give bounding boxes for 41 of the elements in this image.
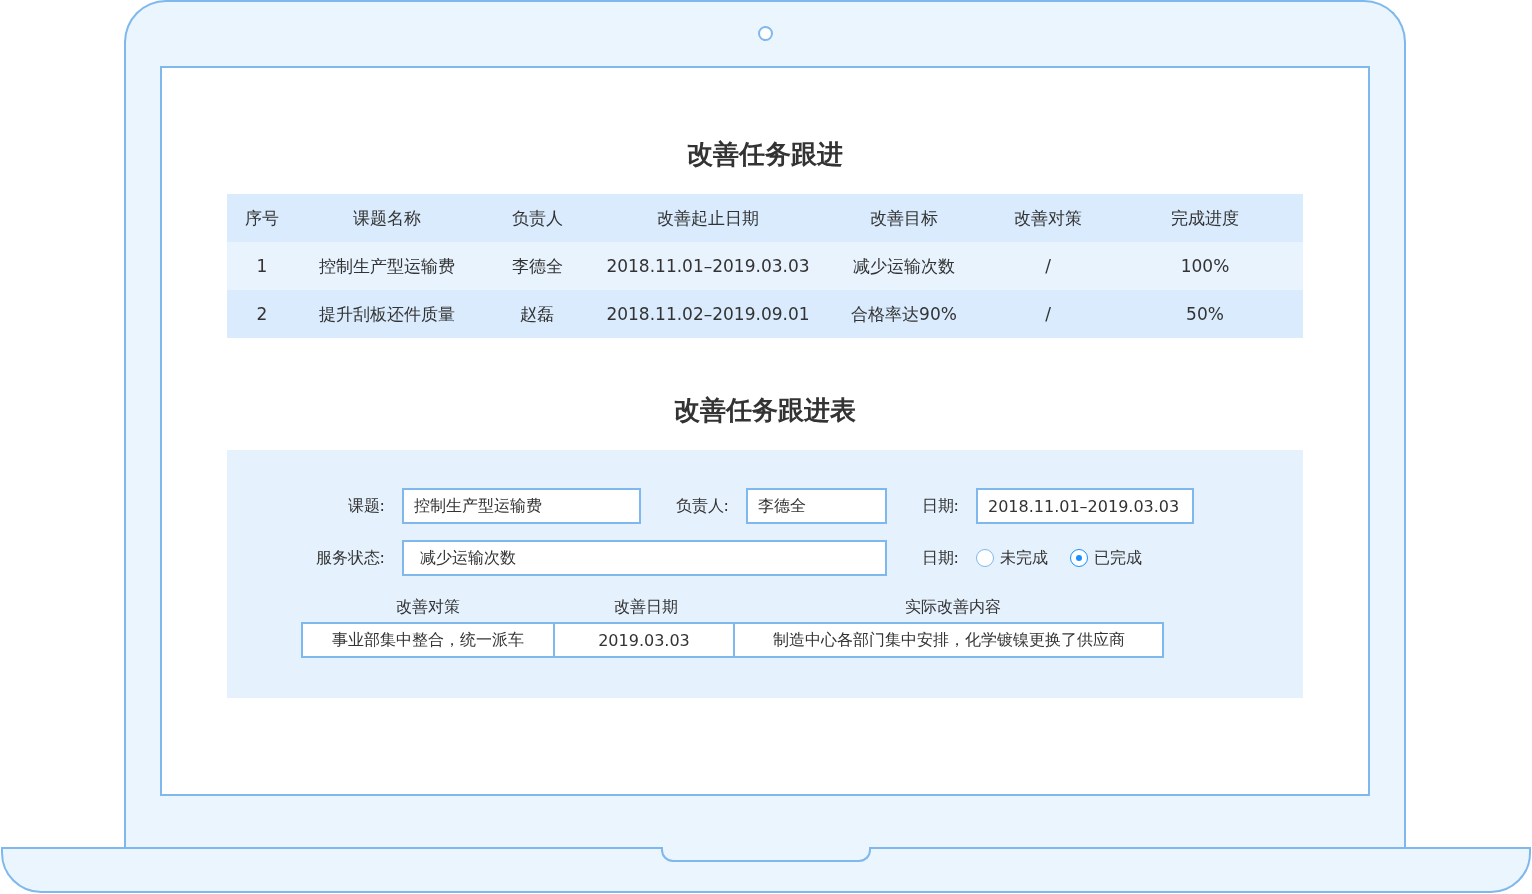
table-cell-text: / (1044, 255, 1052, 278)
input-field[interactable]: 2018.11.01–2019.03.03 (976, 488, 1194, 524)
column-header: 课题名称 (352, 207, 422, 230)
field-label: 服务状态: (314, 547, 385, 569)
table-cell-text: 2018.11.02–2019.09.01 (605, 303, 811, 326)
field-label: 课题: (346, 495, 385, 517)
table-cell: 2019.03.03 (553, 622, 735, 658)
radio-option[interactable]: 未完成 (976, 547, 1048, 569)
field-label: 日期: (920, 547, 959, 569)
table-cell-text: 减少运输次数 (852, 255, 956, 278)
column-header: 实际改善内容 (903, 596, 1002, 618)
input-field[interactable]: 减少运输次数 (402, 540, 887, 576)
field-label: 日期: (920, 495, 959, 517)
camera-icon (757, 26, 773, 41)
table-cell-text: 赵磊 (519, 303, 555, 326)
table-cell-text: 2 (255, 303, 269, 326)
table-cell-text: 合格率达90% (850, 303, 958, 326)
table-cell: 事业部集中整合，统一派车 (301, 622, 555, 658)
radio-option[interactable]: 已完成 (1070, 547, 1142, 569)
table-cell-text: 控制生产型运输费 (318, 255, 456, 278)
column-header: 负责人 (510, 207, 564, 230)
input-field[interactable]: 控制生产型运输费 (402, 488, 641, 524)
field-label: 负责人: (674, 495, 729, 517)
table-cell-text: 2018.11.01–2019.03.03 (605, 255, 811, 278)
table-cell: 制造中心各部门集中安排，化学镀镍更换了供应商 (733, 622, 1164, 658)
column-header: 改善对策 (1013, 207, 1083, 230)
table-cell-text: 50% (1185, 303, 1225, 326)
column-header: 改善目标 (869, 207, 939, 230)
table-title: 改善任务跟进 (687, 138, 843, 171)
table-cell-text: 100% (1179, 255, 1231, 278)
table-cell-text: / (1044, 303, 1052, 326)
column-header: 完成进度 (1170, 207, 1240, 230)
column-header: 改善起止日期 (656, 207, 760, 230)
column-header: 改善日期 (613, 596, 679, 618)
table-cell-text: 1 (255, 255, 269, 278)
column-header: 序号 (244, 207, 280, 230)
table-cell-text: 李德全 (510, 255, 564, 278)
input-field[interactable]: 李德全 (746, 488, 887, 524)
column-header: 改善对策 (395, 596, 461, 618)
form-title: 改善任务跟进表 (674, 394, 856, 427)
table-cell-text: 提升刮板还件质量 (318, 303, 456, 326)
